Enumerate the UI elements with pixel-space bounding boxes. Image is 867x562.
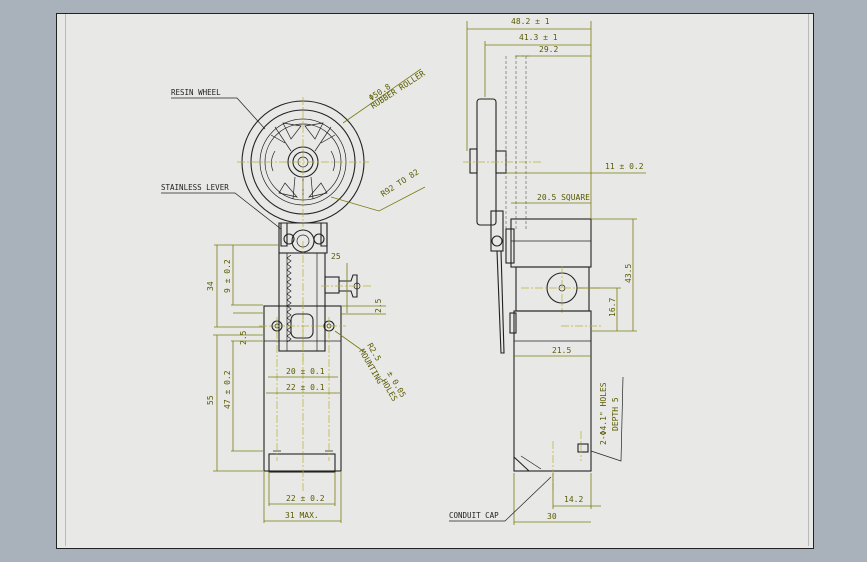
- roller-wheel: [237, 97, 369, 227]
- dim-11: 11 ± 0.2: [605, 162, 644, 171]
- dim-29: 29.2: [539, 45, 558, 54]
- dim-34: 34: [206, 281, 215, 291]
- dim-22b: 22 ± 0.2: [286, 494, 325, 503]
- drawing-sheet: RESIN WHEEL STAINLESS LEVER Φ50.8 RUBBER…: [56, 13, 814, 549]
- dim-14: 14.2: [564, 495, 583, 504]
- dim-31: 31 MAX.: [285, 511, 319, 520]
- dim-25: 25: [331, 252, 341, 261]
- dim-22a: 22 ± 0.1: [286, 383, 325, 392]
- technical-drawing: RESIN WHEEL STAINLESS LEVER Φ50.8 RUBBER…: [161, 17, 646, 525]
- actuator-head: [278, 241, 373, 361]
- dim-43: 43.5: [624, 264, 633, 283]
- depth-note: DEPTH 5: [611, 397, 620, 431]
- dim-20-5: 20.5 SQUARE: [537, 193, 590, 202]
- side-body: [509, 310, 601, 491]
- side-lever: [496, 250, 505, 354]
- front-dimensions: 34 9 ± 0.2 25 2.5 2.5 55 47 ± 0.2 20 ± 0…: [206, 244, 386, 523]
- dim-47: 47 ± 0.2: [223, 370, 232, 409]
- side-wheel: [463, 55, 541, 252]
- dim-21: 21.5: [552, 346, 571, 355]
- dim-55: 55: [206, 395, 215, 405]
- dim-9: 9 ± 0.2: [223, 259, 232, 293]
- dim-30: 30: [547, 512, 557, 521]
- side-view: 48.2 ± 1 41.3 ± 1 29.2 11 ± 0.2 20.5 SQU…: [449, 17, 646, 525]
- conduit-cap-label: CONDUIT CAP: [449, 511, 499, 520]
- side-annotations: CONDUIT CAP 2-Φ4.1" HOLES DEPTH 5: [449, 376, 624, 522]
- side-head: [505, 218, 601, 313]
- dim-2-5b: 2.5: [239, 330, 248, 345]
- resin-wheel-label: RESIN WHEEL: [171, 88, 221, 97]
- dim-41: 41.3 ± 1: [519, 33, 558, 42]
- dim-16: 16.7: [608, 298, 617, 317]
- radius-label: R92 TO 82: [379, 167, 420, 198]
- switch-body: [259, 301, 346, 491]
- stainless-lever-label: STAINLESS LEVER: [161, 183, 229, 192]
- side-dimensions: 48.2 ± 1 41.3 ± 1 29.2 11 ± 0.2 20.5 SQU…: [466, 17, 646, 525]
- dim-48: 48.2 ± 1: [511, 17, 550, 26]
- holes-note: 2-Φ4.1" HOLES: [599, 382, 608, 445]
- dim-20: 20 ± 0.1: [286, 367, 325, 376]
- front-view: RESIN WHEEL STAINLESS LEVER Φ50.8 RUBBER…: [161, 68, 427, 523]
- front-annotations: RESIN WHEEL STAINLESS LEVER Φ50.8 RUBBER…: [161, 68, 427, 403]
